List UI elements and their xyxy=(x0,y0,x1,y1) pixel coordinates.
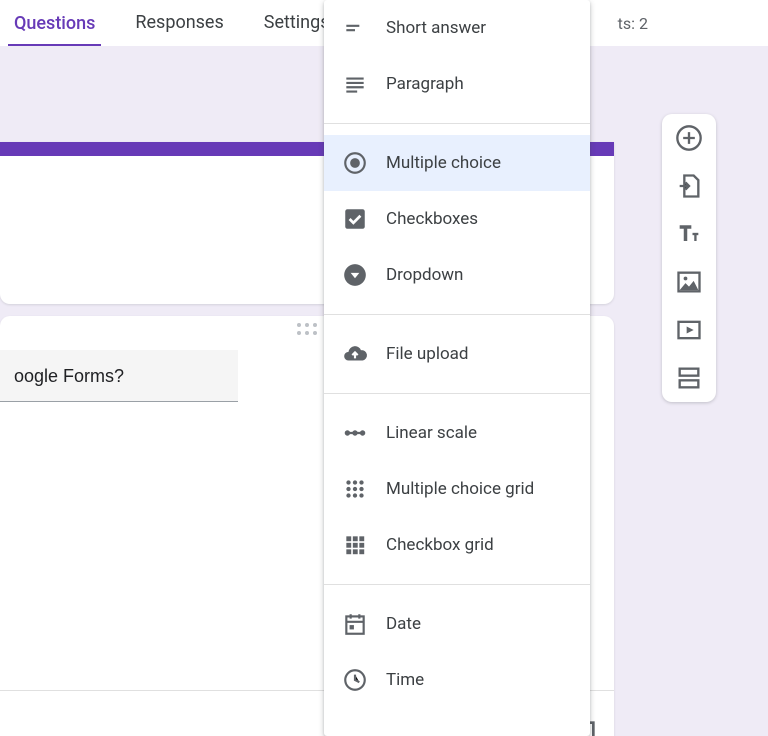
calendar-icon xyxy=(342,611,368,637)
tab-questions[interactable]: Questions xyxy=(8,1,101,47)
menu-item-label: Time xyxy=(386,670,424,690)
menu-item-label: Linear scale xyxy=(386,423,477,443)
add-image-toolbar-icon[interactable] xyxy=(675,268,703,296)
menu-item-paragraph[interactable]: Paragraph xyxy=(324,56,590,112)
menu-item-label: Dropdown xyxy=(386,265,463,285)
menu-item-label: Short answer xyxy=(386,18,486,38)
menu-item-date[interactable]: Date xyxy=(324,596,590,652)
menu-item-multiple-choice[interactable]: Multiple choice xyxy=(324,135,590,191)
add-section-icon[interactable] xyxy=(675,364,703,392)
total-points-label: ts: 2 xyxy=(618,14,648,33)
add-question-icon[interactable] xyxy=(675,124,703,152)
menu-item-label: Checkboxes xyxy=(386,209,478,229)
menu-item-time[interactable]: Time xyxy=(324,652,590,708)
menu-item-file-upload[interactable]: File upload xyxy=(324,326,590,382)
question-title-input[interactable] xyxy=(0,350,238,402)
import-questions-icon[interactable] xyxy=(675,172,703,200)
menu-item-label: File upload xyxy=(386,344,468,364)
menu-item-short-answer[interactable]: Short answer xyxy=(324,0,590,56)
square-grid-icon xyxy=(342,532,368,558)
menu-item-label: Date xyxy=(386,614,421,634)
radio-icon xyxy=(342,150,368,176)
menu-item-checkboxes[interactable]: Checkboxes xyxy=(324,191,590,247)
menu-item-checkbox-grid[interactable]: Checkbox grid xyxy=(324,517,590,573)
menu-item-label: Multiple choice grid xyxy=(386,479,534,499)
menu-item-dropdown[interactable]: Dropdown xyxy=(324,247,590,303)
short-answer-icon xyxy=(342,15,368,41)
menu-item-label: Checkbox grid xyxy=(386,535,494,555)
menu-item-linear-scale[interactable]: Linear scale xyxy=(324,405,590,461)
clock-icon xyxy=(342,667,368,693)
add-video-icon[interactable] xyxy=(675,316,703,344)
menu-item-multiple-choice-grid[interactable]: Multiple choice grid xyxy=(324,461,590,517)
menu-item-label: Multiple choice xyxy=(386,153,501,173)
question-type-menu: Short answer Paragraph Multiple choice C… xyxy=(324,0,590,736)
dropdown-icon xyxy=(342,262,368,288)
paragraph-icon xyxy=(342,71,368,97)
checkbox-icon xyxy=(342,206,368,232)
add-title-icon[interactable] xyxy=(675,220,703,248)
linear-scale-icon xyxy=(342,420,368,446)
question-toolbar xyxy=(662,114,716,402)
tab-responses[interactable]: Responses xyxy=(129,0,229,46)
menu-item-label: Paragraph xyxy=(386,74,464,94)
cloud-upload-icon xyxy=(342,341,368,367)
dot-grid-icon xyxy=(342,476,368,502)
